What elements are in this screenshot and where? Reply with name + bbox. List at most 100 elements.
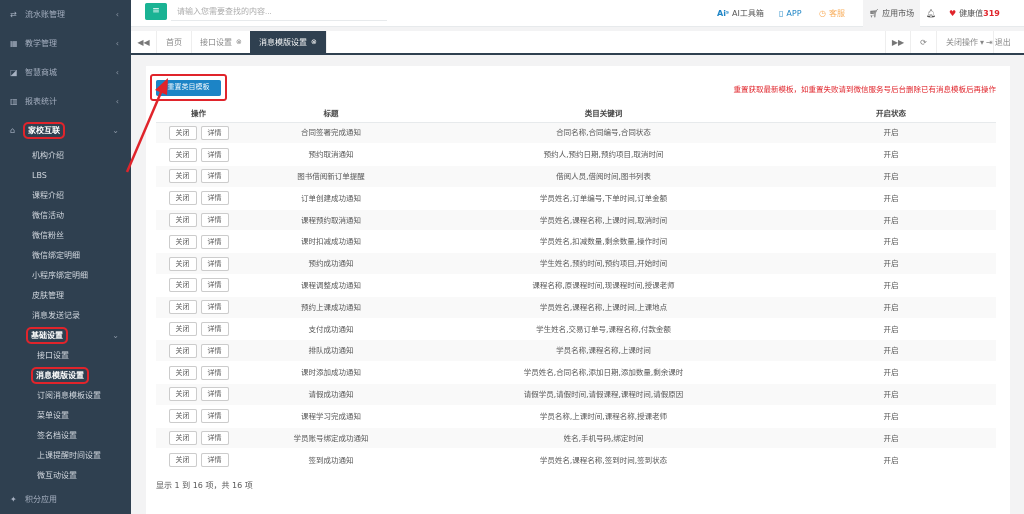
sidebar-basic-item-label: 订阅消息模板设置 (37, 390, 101, 400)
app-market-link[interactable]: 🛒︎ 应用市场 (863, 0, 921, 27)
detail-button[interactable]: 详情 (200, 213, 229, 228)
tab-message-template[interactable]: 消息模版设置 ⊗ (250, 31, 327, 53)
reset-notice: 重置获取最新模板，如重置失败请到微信服务号后台删除已有消息模板后再操作 (733, 85, 997, 94)
sidebar-subitem[interactable]: 微信绑定明细 (0, 245, 131, 265)
row-status: 开启 (786, 317, 996, 340)
row-ops: 关闭 详情 (156, 404, 241, 428)
sidebar-subitem[interactable]: 皮肤管理 (0, 285, 131, 305)
detail-button[interactable]: 详情 (200, 191, 229, 206)
tab-scroll-right-icon[interactable]: ▶▶ (885, 31, 911, 53)
close-button[interactable]: 关闭 (168, 191, 197, 206)
app-link[interactable]: ▯ APP (779, 0, 802, 27)
sidebar-basic-item[interactable]: 微互动设置 (0, 465, 131, 485)
close-button[interactable]: 关闭 (168, 453, 197, 468)
detail-button[interactable]: 详情 (200, 256, 229, 271)
row-status: 开启 (786, 186, 996, 210)
sidebar-subitem[interactable]: 小程序绑定明细 (0, 265, 131, 285)
detail-button[interactable]: 详情 (200, 234, 229, 249)
tab-scroll-left-icon[interactable]: ◀◀ (131, 31, 157, 53)
close-button[interactable]: 关闭 (168, 300, 197, 315)
close-button[interactable]: 关闭 (168, 213, 197, 228)
reset-template-button[interactable]: 重置类目模板 (156, 80, 221, 96)
logout-button[interactable]: ⇥ 退出 (980, 31, 1017, 53)
sidebar-item-exchange[interactable]: ⇄ 流水账管理 ‹ (0, 0, 131, 29)
sidebar-basic-item[interactable]: 上课提醒时间设置 (0, 445, 131, 465)
row-keywords: 学生姓名,交易订单号,课程名称,付款金额 (421, 317, 786, 340)
tab-home[interactable]: 首页 (157, 31, 192, 53)
detail-button[interactable]: 详情 (200, 278, 229, 293)
close-button[interactable]: 关闭 (168, 256, 197, 271)
search-input[interactable] (171, 2, 387, 21)
home-school-icon: ⌂ (10, 126, 16, 135)
detail-button[interactable]: 详情 (200, 322, 229, 337)
sidebar-item-label: 教学管理 (25, 39, 57, 48)
sidebar-item-points[interactable]: ✦ 积分应用 (0, 485, 131, 514)
row-status: 开启 (786, 143, 996, 166)
row-status: 开启 (786, 383, 996, 406)
template-table: 操作 标题 类目关键词 开启状态 关闭 详情 合同签署完成通知 合同名称,合同编号… (156, 105, 996, 471)
close-button[interactable]: 关闭 (168, 234, 197, 249)
sidebar-basic-item[interactable]: 消息模版设置 (0, 365, 131, 385)
close-button[interactable]: 关闭 (168, 387, 197, 402)
detail-button[interactable]: 详情 (200, 169, 229, 184)
refresh-icon[interactable]: ⟳ (911, 31, 937, 53)
close-ops-label: 关闭操作 (946, 37, 978, 47)
close-button[interactable]: 关闭 (168, 125, 197, 140)
close-button[interactable]: 关闭 (168, 278, 197, 293)
sidebar-subitem[interactable]: 机构介绍 (0, 145, 131, 165)
col-header-keywords: 类目关键词 (421, 105, 786, 123)
detail-button[interactable]: 详情 (200, 125, 229, 140)
close-icon[interactable]: ⊗ (236, 38, 242, 46)
sidebar-basic-item[interactable]: 签名档设置 (0, 425, 131, 445)
close-button[interactable]: 关闭 (168, 409, 197, 424)
row-ops: 关闭 详情 (156, 143, 241, 166)
sidebar-basic-item[interactable]: 菜单设置 (0, 405, 131, 425)
detail-button[interactable]: 详情 (200, 431, 229, 446)
row-title: 订单创建成功通知 (241, 186, 421, 210)
sidebar-basic-item-label: 上课提醒时间设置 (37, 450, 101, 460)
sidebar-item-home-school[interactable]: ⌂ 家校互联 ⌄ (0, 116, 131, 145)
close-button[interactable]: 关闭 (168, 343, 197, 358)
close-button[interactable]: 关闭 (168, 322, 197, 337)
sidebar-subitem[interactable]: 课程介绍 (0, 185, 131, 205)
tab-interface-settings[interactable]: 接口设置 ⊗ (191, 31, 252, 53)
tab-label: 消息模版设置 (259, 37, 307, 47)
sidebar-subitem[interactable]: 消息发送记录 (0, 305, 131, 325)
bell-icon[interactable]: 🔔︎ (926, 0, 936, 27)
sidebar-subitem[interactable]: LBS (0, 165, 131, 185)
sidebar-subitem[interactable]: 微信粉丝 (0, 225, 131, 245)
close-button[interactable]: 关闭 (168, 431, 197, 446)
detail-button[interactable]: 详情 (200, 409, 229, 424)
heart-icon: ♥ (949, 9, 957, 18)
health-indicator[interactable]: ♥ 健康值 319 (949, 0, 1000, 27)
detail-button[interactable]: 详情 (200, 387, 229, 402)
sidebar-item-shop[interactable]: ◪ 智慧商城 ‹ (0, 58, 131, 87)
close-button[interactable]: 关闭 (168, 147, 197, 162)
sidebar-subitem[interactable]: 微信活动 (0, 205, 131, 225)
service-label: 客服 (828, 9, 845, 18)
close-button[interactable]: 关闭 (168, 169, 197, 184)
row-ops: 关闭 详情 (156, 165, 241, 188)
sidebar-basic-item[interactable]: 订阅消息模板设置 (0, 385, 131, 405)
detail-button[interactable]: 详情 (200, 365, 229, 380)
ai-tools-link[interactable]: Aiˢ AI工具箱 (717, 0, 764, 27)
row-status: 开启 (786, 448, 996, 471)
sidebar-item-calendar[interactable]: ▦ 教学管理 ‹ (0, 29, 131, 58)
detail-button[interactable]: 详情 (200, 147, 229, 162)
detail-button[interactable]: 详情 (200, 343, 229, 358)
hamburger-icon[interactable]: ≡ (145, 3, 167, 20)
row-keywords: 学员姓名,课程名称,上课时间,上课地点 (421, 295, 786, 319)
close-icon[interactable]: ⊗ (311, 38, 317, 46)
exchange-icon: ⇄ (10, 10, 17, 19)
detail-button[interactable]: 详情 (200, 300, 229, 315)
detail-button[interactable]: 详情 (200, 453, 229, 468)
close-button[interactable]: 关闭 (168, 365, 197, 380)
service-link[interactable]: ◷ 客服 (819, 0, 845, 27)
sidebar-basic-item[interactable]: 接口设置 (0, 345, 131, 365)
table-row: 关闭 详情 签到成功通知 学员姓名,课程名称,签到时间,签到状态 开启 (156, 448, 996, 471)
table-row: 关闭 详情 课程调整成功通知 课程名称,原课程时间,现课程时间,授课老师 开启 (156, 274, 996, 297)
sidebar-group-basic-settings[interactable]: 基础设置 ⌄ (0, 325, 131, 345)
sidebar-item-bar-chart[interactable]: ▥ 报表统计 ‹ (0, 87, 131, 116)
table-row: 关闭 详情 订单创建成功通知 学员姓名,订单编号,下单时间,订单金额 开启 (156, 186, 996, 210)
row-status: 开启 (786, 165, 996, 188)
